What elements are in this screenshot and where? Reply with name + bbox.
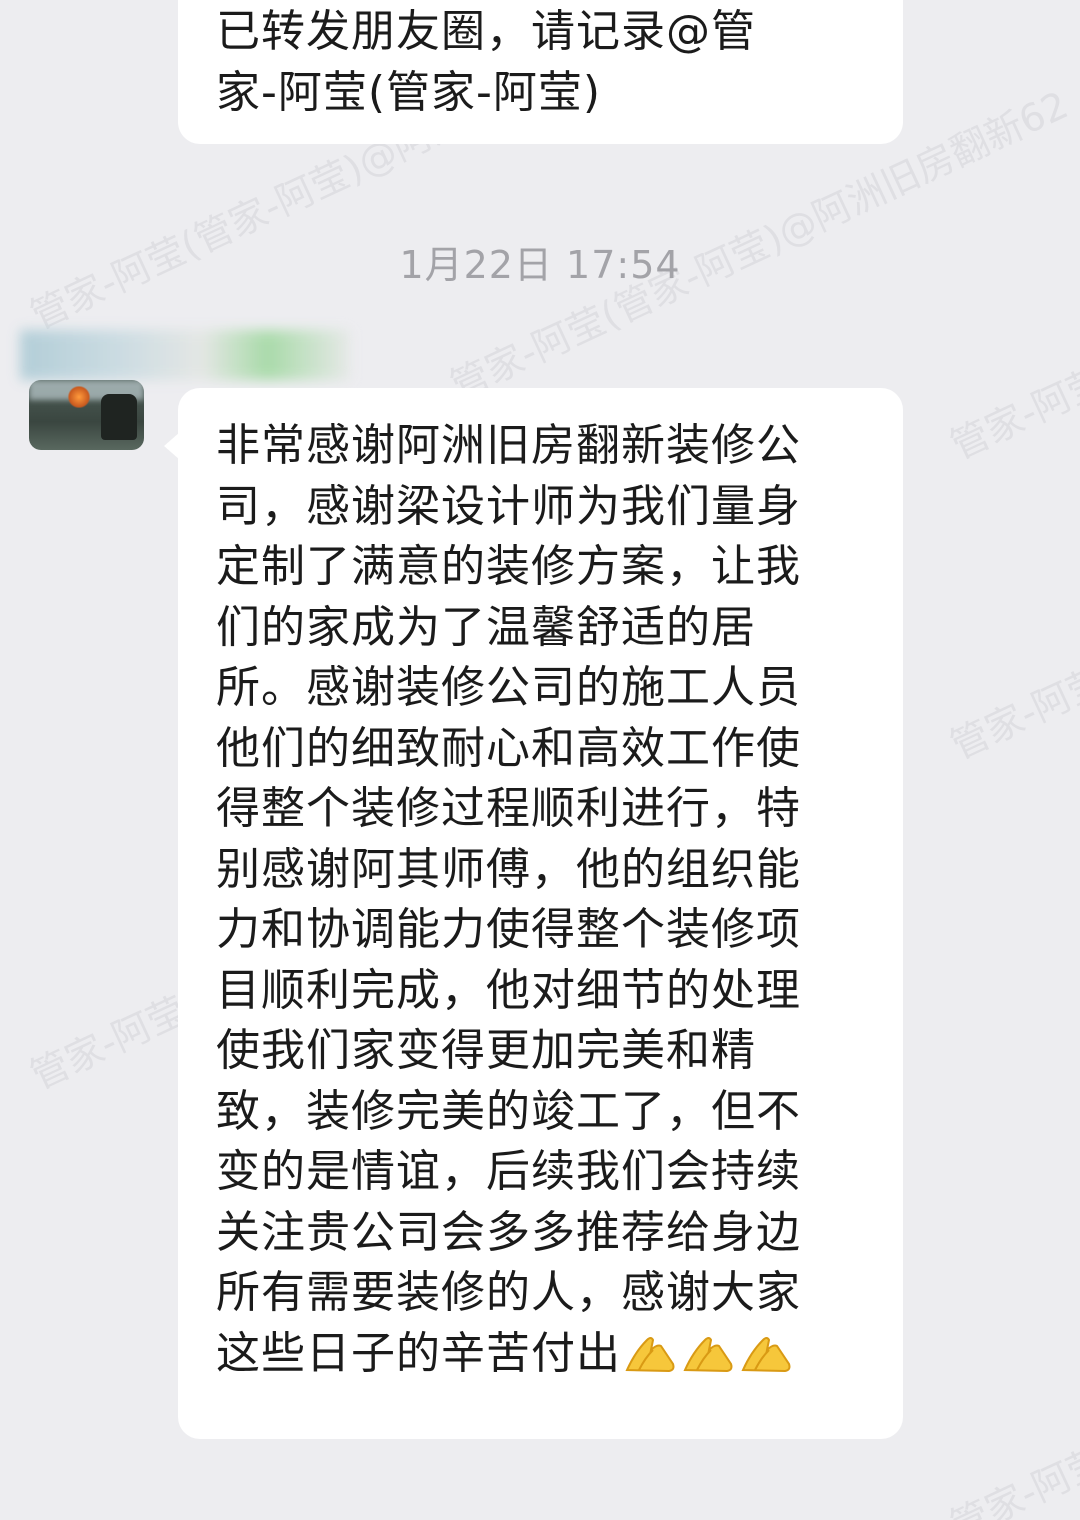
message-line: 已转发朋友圈，请记录@管 [216,6,756,57]
sender-name-blurred [20,330,350,380]
watermark-text: 管家-阿莹(管家-阿莹)@阿洲旧房翻新62 [943,1222,1080,1520]
message-text: 非常感谢阿洲旧房翻新装修公 司，感谢梁设计师为我们量身 定制了满意的装修方案，让我们… [216,416,866,1384]
message-line-text: 这些日子的辛苦付出 [216,1327,621,1379]
message-line: 定制了满意的装修方案，让我 [216,541,801,592]
message-line: 家-阿莹(管家-阿莹) [216,66,602,118]
avatar-figure [101,394,137,440]
avatar[interactable] [29,380,144,450]
timestamp: 1月22日 17:54 [399,243,681,287]
message-line: 目顺利完成，他对细节的处理 [216,964,801,1016]
message-bubble-previous[interactable]: 已转发朋友圈，请记录@管 家-阿莹(管家-阿莹) [178,0,903,144]
message-line: 所有需要装修的人，感谢大家 [216,1267,801,1318]
avatar-campfire [67,386,91,408]
praying-hands-icon [679,1330,737,1374]
message-line: 别感谢阿其师傅，他的组织能 [216,843,801,895]
message-line: 非常感谢阿洲旧房翻新装修公 [216,420,801,471]
message-line: 使我们家变得更加完美和精 [216,1025,756,1076]
message-line: 这些日子的辛苦付出 [216,1324,866,1385]
message-bubble-current[interactable]: 非常感谢阿洲旧房翻新装修公 司，感谢梁设计师为我们量身 定制了满意的装修方案，让我们… [164,388,903,1439]
message-line: 司，感谢梁设计师为我们量身 [216,480,801,532]
message-line: 力和协调能力使得整个装修项 [216,904,801,955]
message-line: 致，装修完美的竣工了，但不 [216,1085,801,1137]
message-line: 他们的细致耐心和高效工作使 [216,722,801,774]
message-line: 变的是情谊，后续我们会持续 [216,1146,801,1197]
message-line: 所。感谢装修公司的施工人员 [216,662,801,713]
message-text: 已转发朋友圈，请记录@管 家-阿莹(管家-阿莹) [216,2,876,123]
message-line: 得整个装修过程顺利进行，特 [216,783,801,834]
watermark-text: 管家-阿莹(管家-阿莹)@阿洲旧房翻新62 [943,142,1080,469]
message-line: 们的家成为了温馨舒适的居 [216,601,756,653]
praying-hands-icon [621,1330,679,1374]
message-line: 关注贵公司会多多推荐给身边 [216,1206,801,1258]
praying-hands-icon [737,1330,795,1374]
watermark-text: 管家-阿莹(管家-阿莹)@阿洲旧房翻新62 [943,442,1080,769]
